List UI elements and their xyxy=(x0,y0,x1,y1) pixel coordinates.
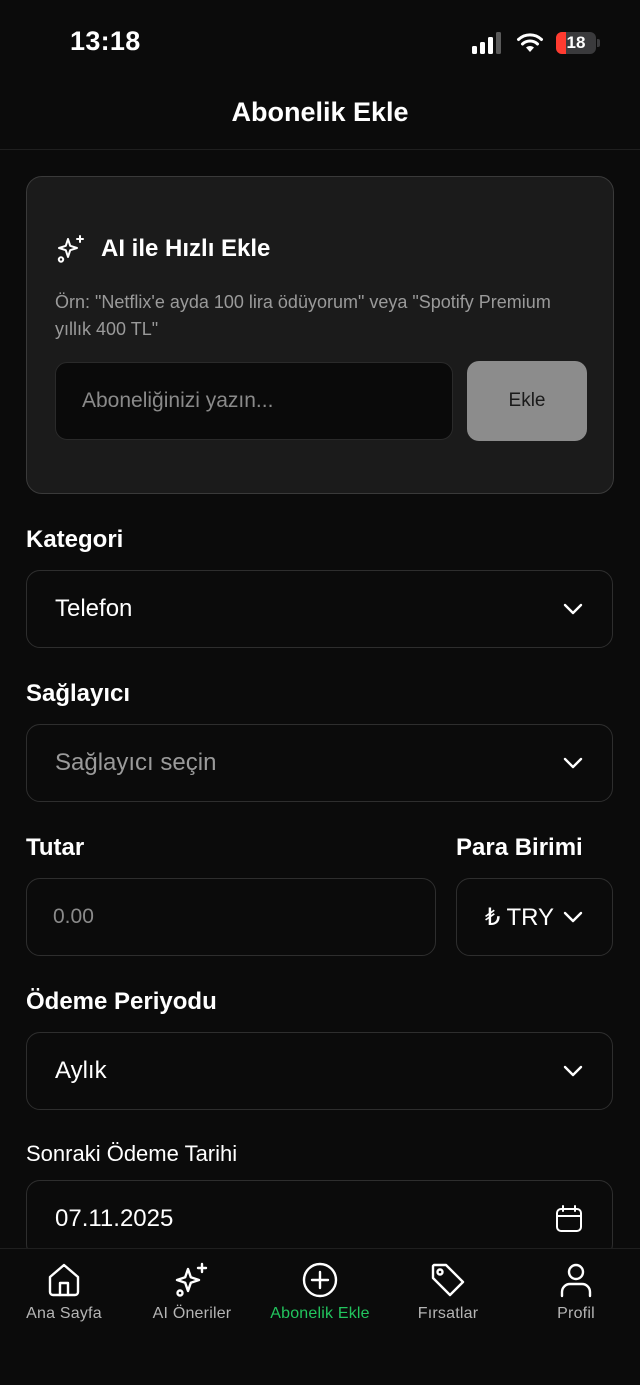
tag-icon xyxy=(431,1263,465,1297)
chevron-down-icon xyxy=(563,1065,583,1077)
next-payment-label: Sonraki Ödeme Tarihi xyxy=(26,1141,238,1166)
sparkles-icon xyxy=(57,235,84,263)
provider-placeholder: Sağlayıcı seçin xyxy=(55,749,217,776)
status-bar: 13:18 18 xyxy=(0,0,640,88)
signal-icon xyxy=(472,32,501,54)
battery-icon: 18 xyxy=(556,32,600,54)
next-payment-date-field[interactable]: 07.11.2025 xyxy=(26,1180,613,1258)
currency-label: Para Birimi xyxy=(456,834,583,861)
header: Abonelik Ekle xyxy=(0,88,640,150)
nav-label-deals: Fırsatlar xyxy=(417,1305,479,1322)
provider-select[interactable]: Sağlayıcı seçin xyxy=(26,724,613,802)
ai-subscription-input[interactable] xyxy=(55,362,453,440)
period-value: Aylık xyxy=(55,1057,107,1084)
nav-label-add-subscription: Abonelik Ekle xyxy=(270,1305,370,1322)
home-icon xyxy=(48,1263,80,1297)
amount-label: Tutar xyxy=(26,834,85,861)
provider-label: Sağlayıcı xyxy=(26,680,131,707)
amount-input[interactable] xyxy=(26,878,436,956)
category-value: Telefon xyxy=(55,595,133,622)
bottom-nav: Ana Sayfa AI Öneriler Abonelik Ekle Fırs… xyxy=(0,1248,640,1385)
chevron-down-icon xyxy=(563,911,583,923)
calendar-icon xyxy=(556,1205,582,1232)
nav-label-ai: AI Öneriler xyxy=(152,1305,232,1322)
nav-label-home: Ana Sayfa xyxy=(26,1305,102,1322)
currency-value: ₺ TRY xyxy=(484,903,555,931)
period-label: Ödeme Periyodu xyxy=(26,988,217,1015)
ai-add-button[interactable]: Ekle xyxy=(467,361,587,441)
page-title: Abonelik Ekle xyxy=(231,97,409,127)
nav-item-deals[interactable]: Fırsatlar xyxy=(384,1261,512,1323)
next-payment-value: 07.11.2025 xyxy=(55,1205,174,1232)
ai-quick-add-card: AI ile Hızlı Ekle Örn: "Netflix'e ayda 1… xyxy=(26,176,614,494)
status-icons: 18 xyxy=(472,28,600,58)
chevron-down-icon xyxy=(563,757,583,769)
sparkles-icon xyxy=(175,1262,208,1297)
nav-label-profile: Profil xyxy=(557,1305,595,1322)
currency-select[interactable]: ₺ TRY xyxy=(456,878,613,956)
plus-circle-icon xyxy=(302,1262,338,1298)
nav-item-home[interactable]: Ana Sayfa xyxy=(0,1261,128,1323)
user-icon xyxy=(560,1263,592,1298)
screen: 13:18 18 Abonelik Ekle AI ile Hızlı Ekle… xyxy=(0,0,640,1385)
period-select[interactable]: Aylık xyxy=(26,1032,613,1110)
status-time: 13:18 xyxy=(70,26,141,56)
nav-item-profile[interactable]: Profil xyxy=(512,1261,640,1323)
ai-title-row: AI ile Hızlı Ekle xyxy=(55,233,270,265)
nav-item-add-subscription[interactable]: Abonelik Ekle xyxy=(256,1261,384,1323)
ai-card-title: AI ile Hızlı Ekle xyxy=(101,235,271,262)
ai-example-text: Örn: "Netflix'e ayda 100 lira ödüyorum" … xyxy=(55,292,551,339)
category-select[interactable]: Telefon xyxy=(26,570,613,648)
category-label: Kategori xyxy=(26,526,124,553)
wifi-icon xyxy=(517,33,543,52)
chevron-down-icon xyxy=(563,603,583,615)
nav-item-ai[interactable]: AI Öneriler xyxy=(128,1261,256,1323)
battery-percent: 18 xyxy=(566,33,586,52)
